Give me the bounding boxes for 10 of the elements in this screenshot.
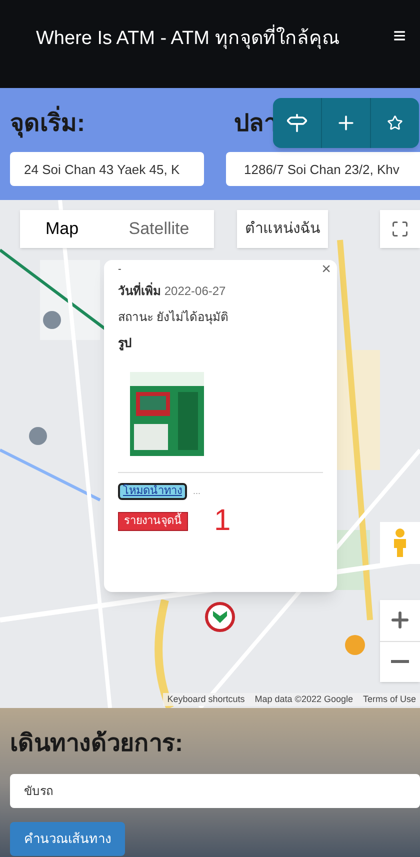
app-title: Where Is ATM - ATM ทุกจุดที่ใกล้คุณ (36, 25, 340, 54)
start-label: จุดเริ่ม: (10, 106, 234, 142)
destination-field[interactable]: 1286/7 Soi Chan 23/2, Khv (226, 152, 420, 186)
signpost-icon (286, 112, 308, 134)
calculate-route-button[interactable]: คำนวณเส้นทาง (10, 822, 125, 856)
menu-button[interactable]: ≡ (393, 25, 406, 47)
travel-mode-select[interactable]: ขับรถ (10, 774, 420, 808)
travel-heading: เดินทางด้วยการ: (10, 729, 184, 759)
star-icon (387, 115, 403, 131)
start-field[interactable]: 24 Soi Chan 43 Yaek 45, K (10, 152, 204, 186)
